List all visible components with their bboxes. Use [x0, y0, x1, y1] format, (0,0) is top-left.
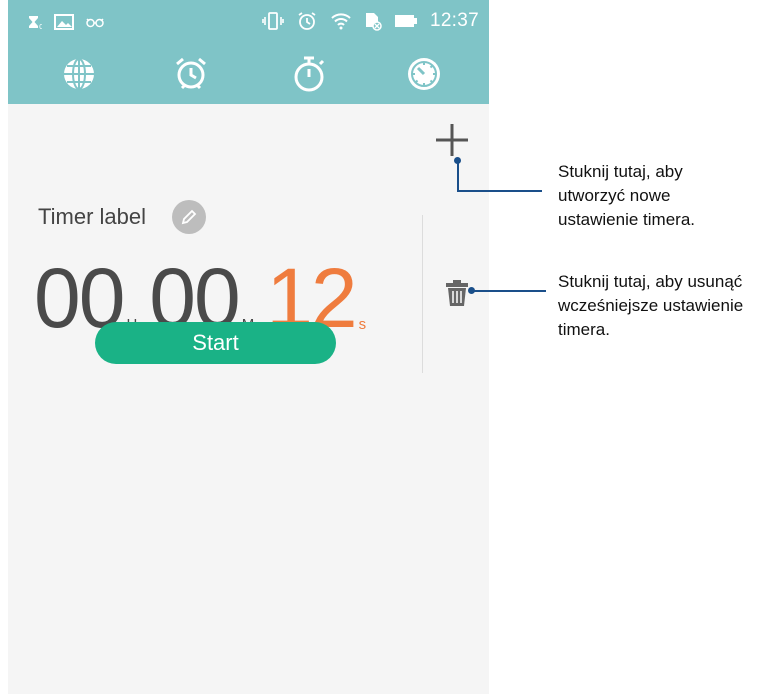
start-button[interactable]: Start	[95, 322, 336, 364]
add-callout-line-vertical	[457, 160, 459, 191]
status-bar: 0 12:37	[8, 0, 489, 44]
divider	[422, 215, 423, 373]
tab-timer[interactable]	[402, 52, 446, 96]
image-notification-icon	[54, 12, 74, 32]
seconds-unit: s	[358, 316, 367, 333]
timer-icon	[408, 58, 440, 90]
alarm-status-icon	[296, 11, 318, 31]
timer-label: Timer label	[38, 204, 146, 229]
alarm-clock-icon	[176, 57, 206, 90]
edit-label-button[interactable]	[172, 200, 206, 234]
add-timer-button[interactable]	[432, 120, 472, 160]
app-header: 0 12:37	[8, 0, 489, 104]
wifi-icon	[330, 11, 352, 31]
glasses-notification-icon	[86, 12, 104, 32]
tab-world-clock[interactable]	[57, 52, 101, 96]
sim-card-icon	[364, 11, 382, 31]
svg-text:0: 0	[39, 23, 42, 30]
system-status-icons: 12:37	[262, 10, 479, 32]
battery-icon	[394, 11, 418, 31]
phone-screen: 0 12:37 Timer label 00 00 12 s Start	[8, 0, 489, 694]
add-callout-line-horizontal	[457, 190, 542, 192]
status-time: 12:37	[429, 10, 479, 31]
vibrate-icon	[262, 11, 284, 31]
notification-icons: 0	[26, 12, 104, 32]
pencil-icon	[181, 209, 197, 225]
tab-bar	[8, 46, 489, 102]
trash-icon	[446, 280, 468, 306]
add-callout-text: Stuknij tutaj, aby utworzyć nowe ustawie…	[558, 162, 696, 229]
globe-icon	[64, 58, 94, 90]
delete-callout-text: Stuknij tutaj, aby usunąć wcześniejsze u…	[558, 272, 744, 339]
tab-alarm[interactable]	[169, 52, 213, 96]
stopwatch-icon	[294, 56, 325, 92]
timer-label-row: Timer label	[38, 200, 206, 234]
tab-stopwatch[interactable]	[287, 52, 331, 96]
plus-icon	[436, 124, 468, 156]
delete-callout-line	[472, 290, 546, 292]
delete-timer-button[interactable]	[445, 276, 469, 308]
hourglass-notification-icon: 0	[26, 12, 42, 32]
